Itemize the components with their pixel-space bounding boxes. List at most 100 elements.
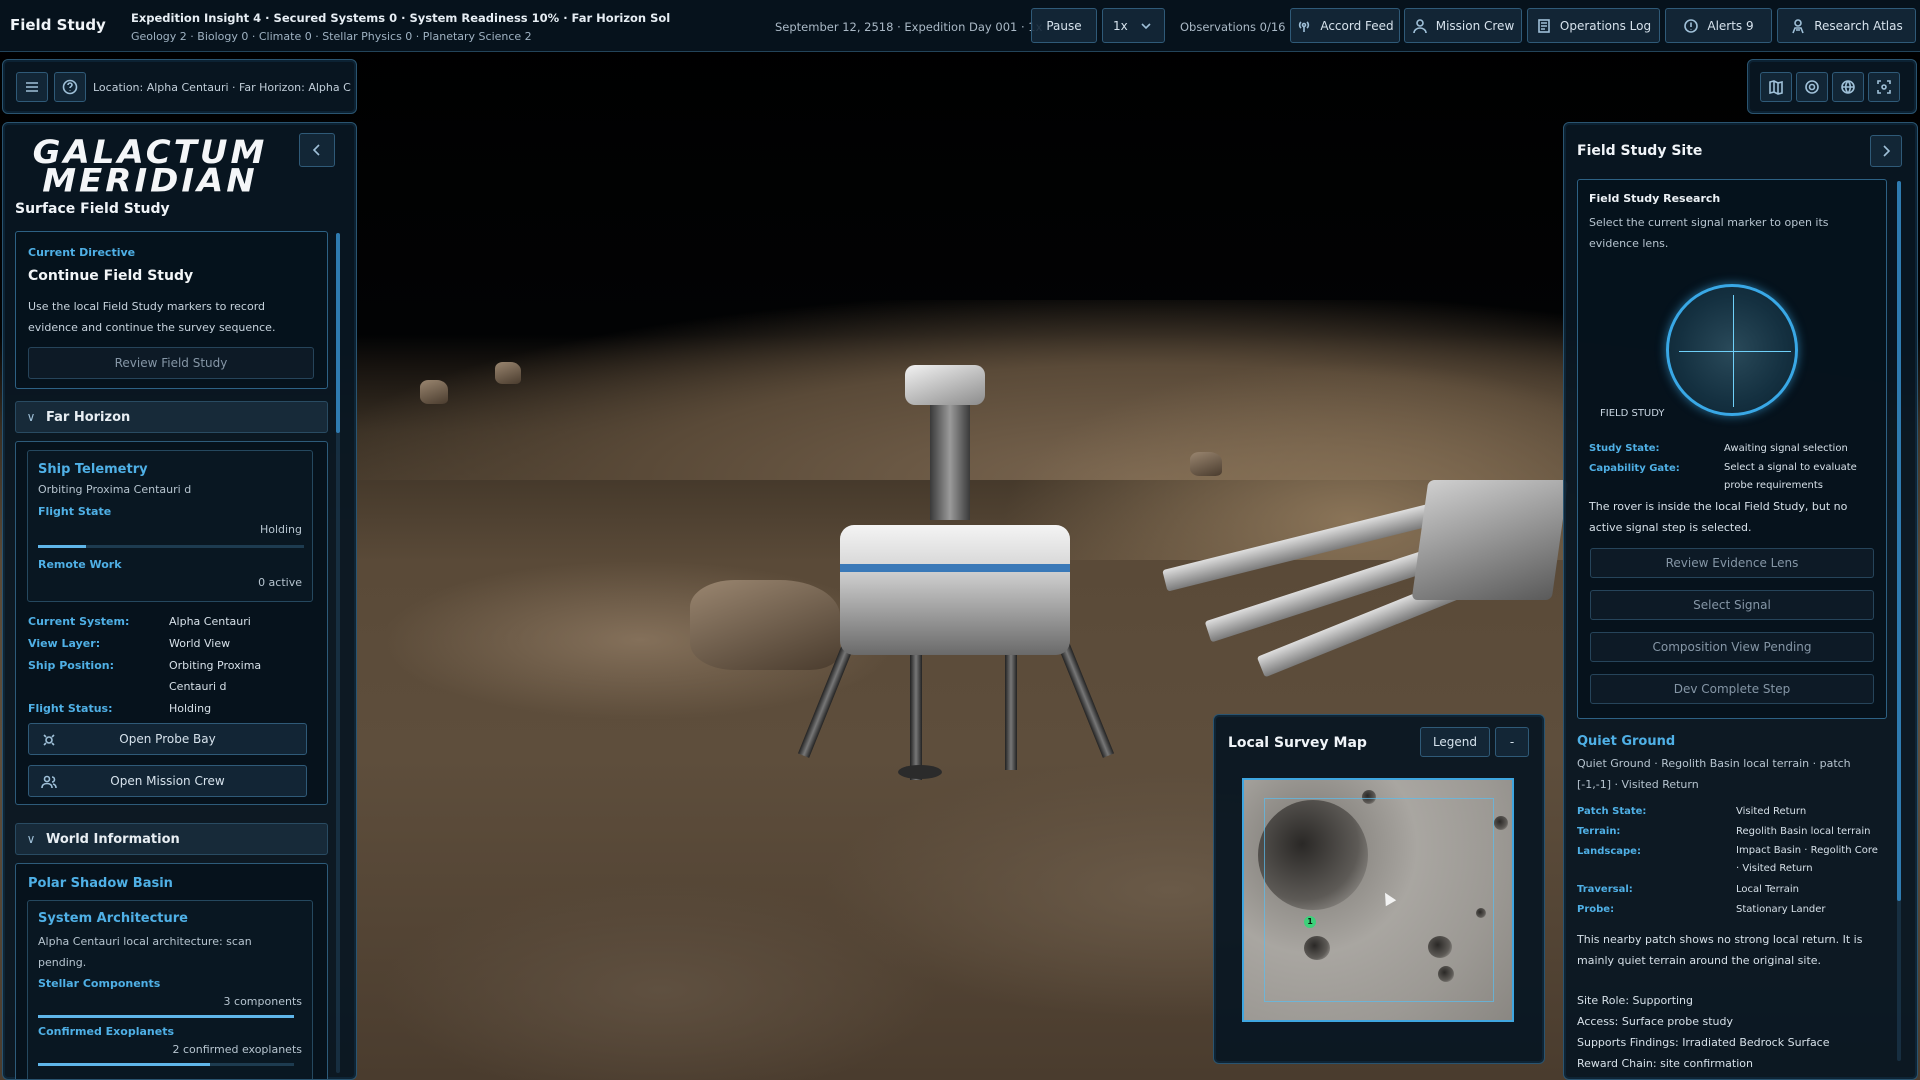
science-summary: Geology 2 · Biology 0 · Climate 0 · Stel… <box>131 30 532 43</box>
select-signal-label: Select Signal <box>1693 598 1771 612</box>
dev-complete-step-label: Dev Complete Step <box>1673 682 1791 696</box>
hamburger-icon <box>24 79 40 95</box>
research-body: Select the current signal marker to open… <box>1589 216 1829 250</box>
reward-chain: Reward Chain: site confirmation <box>1577 1057 1753 1070</box>
composition-view-button[interactable]: Composition View Pending <box>1590 632 1874 662</box>
far-horizon-section-header[interactable]: ∨ Far Horizon <box>15 401 328 433</box>
kv-label: Patch State: <box>1577 806 1647 817</box>
signal-marker[interactable]: 1 <box>1304 916 1316 928</box>
collapse-right-panel-button[interactable] <box>1870 135 1902 167</box>
current-directive-card: Current Directive Continue Field Study U… <box>15 231 328 389</box>
patch-note: This nearby patch shows no strong local … <box>1577 933 1863 967</box>
mode-title: Field Study <box>10 16 106 34</box>
stellar-components-bar <box>38 1015 294 1018</box>
game-logo: GALACTUM MERIDIAN <box>32 133 268 201</box>
pause-label: Pause <box>1046 18 1082 33</box>
left-panel: GALACTUM MERIDIAN Surface Field Study Cu… <box>2 122 357 1080</box>
rover-note: The rover is inside the local Field Stud… <box>1589 500 1848 534</box>
pause-button[interactable]: Pause <box>1031 8 1097 43</box>
system-architecture-card: System Architecture Alpha Centauri local… <box>27 900 313 1079</box>
probe-icon <box>41 732 57 748</box>
review-field-study-button[interactable]: Review Field Study <box>28 347 314 379</box>
top-bar: Field Study Expedition Insight 4 · Secur… <box>0 0 1920 52</box>
site-access: Access: Surface probe study <box>1577 1015 1734 1028</box>
quiet-ground-title: Quiet Ground <box>1577 734 1676 749</box>
operations-log-button[interactable]: Operations Log <box>1527 8 1660 43</box>
focus-view-button[interactable] <box>1868 72 1900 102</box>
mission-crew-label: Mission Crew <box>1435 18 1515 33</box>
kv-value: Visited Return <box>1736 806 1807 817</box>
kv-label: Current System: <box>28 615 130 628</box>
directive-title: Continue Field Study <box>28 268 194 284</box>
kv-value: Impact Basin · Regolith Core · Visited R… <box>1736 845 1878 874</box>
chevron-down-icon: ∨ <box>26 410 36 424</box>
kv-value: Stationary Lander <box>1736 904 1826 915</box>
legend-button[interactable]: Legend <box>1420 727 1490 757</box>
chevron-down-icon <box>1138 18 1154 34</box>
kv-label: Probe: <box>1577 904 1615 915</box>
map-view-button[interactable] <box>1760 72 1792 102</box>
confirmed-exoplanets-bar <box>38 1063 294 1066</box>
kv-label: Landscape: <box>1577 846 1641 857</box>
help-button[interactable] <box>54 72 86 102</box>
globe-view-button[interactable] <box>1832 72 1864 102</box>
remote-work-value: 0 active <box>258 576 302 589</box>
help-icon <box>62 79 78 95</box>
right-panel: Field Study Site Field Study Research Se… <box>1563 122 1918 1080</box>
mission-crew-button[interactable]: Mission Crew <box>1404 8 1522 43</box>
review-field-study-label: Review Field Study <box>114 356 228 370</box>
atlas-icon <box>1790 18 1806 34</box>
directive-kicker: Current Directive <box>28 246 136 259</box>
open-mission-crew-label: Open Mission Crew <box>110 774 225 788</box>
world-information-section-header[interactable]: ∨ World Information <box>15 823 328 855</box>
dev-complete-step-button[interactable]: Dev Complete Step <box>1590 674 1874 704</box>
right-scrollbar-thumb[interactable] <box>1897 181 1901 901</box>
landed-ship <box>1160 450 1580 678</box>
stationary-lander[interactable] <box>790 360 1115 780</box>
select-signal-button[interactable]: Select Signal <box>1590 590 1874 620</box>
study-state-value: Awaiting signal selection <box>1724 443 1848 454</box>
crew-icon <box>1412 18 1428 34</box>
observations-counter: Observations 0/16 <box>1180 20 1286 34</box>
scan-icon <box>1804 79 1820 95</box>
speed-select[interactable]: 1x <box>1102 8 1165 43</box>
open-probe-bay-label: Open Probe Bay <box>119 732 216 746</box>
stellar-components-label: Stellar Components <box>38 977 161 990</box>
far-horizon-card: Ship Telemetry Orbiting Proxima Centauri… <box>15 441 328 805</box>
capability-gate-value: Select a signal to evaluate probe requir… <box>1724 462 1857 491</box>
left-scrollbar-thumb[interactable] <box>336 233 340 433</box>
review-evidence-lens-button[interactable]: Review Evidence Lens <box>1590 548 1874 578</box>
field-study-research-card: Field Study Research Select the current … <box>1577 179 1887 719</box>
location-bar: Location: Alpha Centauri · Far Horizon: … <box>2 59 357 114</box>
study-state-label: Study State: <box>1589 443 1660 454</box>
crew-icon <box>41 774 57 790</box>
accord-feed-button[interactable]: Accord Feed <box>1290 8 1400 43</box>
chevron-right-icon <box>1878 143 1894 159</box>
map-title: Local Survey Map <box>1228 735 1367 751</box>
kv-label: Flight Status: <box>28 702 113 715</box>
chevron-down-icon: ∨ <box>26 832 36 846</box>
minimize-map-button[interactable]: - <box>1495 727 1529 757</box>
system-architecture-title: System Architecture <box>38 911 189 926</box>
scan-view-button[interactable] <box>1796 72 1828 102</box>
confirmed-exoplanets-value: 2 confirmed exoplanets <box>172 1043 302 1056</box>
kv-label: Ship Position: <box>28 659 114 672</box>
remote-work-label: Remote Work <box>38 558 122 571</box>
confirmed-exoplanets-label: Confirmed Exoplanets <box>38 1025 174 1038</box>
far-horizon-header-label: Far Horizon <box>46 409 131 425</box>
kv-value: Alpha Centauri <box>169 615 251 628</box>
collapse-left-panel-button[interactable] <box>299 133 335 167</box>
menu-button[interactable] <box>16 72 48 102</box>
open-mission-crew-button[interactable]: Open Mission Crew <box>28 765 307 797</box>
kv-label: Terrain: <box>1577 826 1621 837</box>
survey-map-image[interactable]: 1 <box>1242 778 1514 1022</box>
site-role: Site Role: Supporting <box>1577 994 1694 1007</box>
kv-value: Orbiting Proxima Centauri d <box>169 659 262 693</box>
research-atlas-button[interactable]: Research Atlas <box>1777 8 1916 43</box>
alerts-button[interactable]: Alerts 9 <box>1665 8 1772 43</box>
evidence-lens[interactable] <box>1666 284 1798 416</box>
kv-value: World View <box>169 637 231 650</box>
kv-label: Traversal: <box>1577 884 1633 895</box>
research-atlas-label: Research Atlas <box>1814 18 1903 33</box>
open-probe-bay-button[interactable]: Open Probe Bay <box>28 723 307 755</box>
